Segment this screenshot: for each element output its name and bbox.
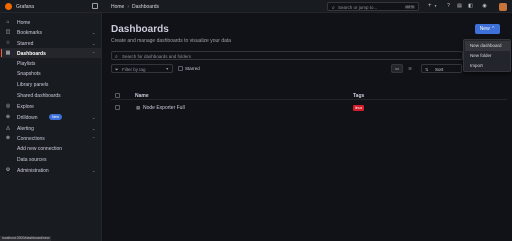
news-icon[interactable]: ▤ [456,3,463,10]
star-icon: ☆ [5,40,11,46]
sidebar-subitem-shared-dashboards[interactable]: Shared dashboards [17,93,61,99]
chevron-down-icon[interactable]: ⌄ [92,168,95,173]
notifications-icon[interactable]: ◉ [481,3,488,10]
dashboards-icon: ▦ [5,50,11,56]
folder-view-toggle[interactable]: ▭ [391,64,403,73]
sidebar-subitem-playlists[interactable]: Playlists [17,61,35,67]
row-checkbox[interactable] [115,105,120,110]
sidebar-nav: ⌂ Home ◫ Bookmarks ⌄ ☆ Starred ⌄ ▦ Dashb… [0,13,102,241]
drilldown-icon: ⊕ [5,114,11,120]
menu-item-import[interactable]: Import [465,61,510,71]
folder-icon: ▭ [395,66,399,71]
sidebar-item-label: Bookmarks [17,29,43,36]
top-bar: Grafana Home › Dashboards ⌕ Search or jump… [0,0,512,13]
home-icon: ⌂ [6,19,10,25]
sidebar-item-label: Administration [17,167,49,174]
user-avatar[interactable] [499,2,507,11]
sidebar-item-alerting[interactable]: ◬ Alerting ⌄ [0,123,102,133]
grafana-logo-icon[interactable] [5,3,12,10]
breadcrumb: Home › Dashboards [111,4,159,10]
sidebar-subitem-library-panels[interactable]: Library panels [17,82,48,88]
chevron-down-icon[interactable]: ⌄ [92,115,95,120]
new-dropdown-menu: New dashboard New folder Import [463,39,511,72]
page-title: Dashboards [111,24,169,35]
chevron-down-icon: ▼ [165,66,169,71]
dashboard-search-placeholder: Search for dashboards and folders [122,53,192,59]
tag-badge[interactable]: linux [353,105,365,111]
search-shortcut-hint: ctrl+k [404,4,415,9]
breadcrumb-current: Dashboards [132,3,159,10]
menu-item-new-dashboard[interactable]: New dashboard [465,41,510,51]
gear-icon: ⚙ [5,167,11,173]
sidebar-subitem-add-new-connection[interactable]: Add new connection [17,146,62,152]
table-row[interactable]: ▦ Node Exporter Full linux [111,102,507,113]
chevron-down-icon: ▼ [434,4,437,8]
breadcrumb-home[interactable]: Home [111,4,124,10]
sidebar-item-label: Explore [17,103,34,110]
chevron-up-icon[interactable]: ⌃ [92,136,95,141]
sidebar-item-label: Home [17,19,31,26]
sidebar-item-bookmarks[interactable]: ◫ Bookmarks ⌄ [0,27,102,37]
new-button[interactable]: New ⌃ [475,24,500,34]
sidebar-item-label: Drilldown [17,114,38,121]
tag-filter-placeholder: Filter by tag [122,66,146,72]
select-all-checkbox[interactable] [115,92,120,98]
chevron-down-icon[interactable]: ⌄ [92,41,95,46]
dock-menu-icon[interactable] [92,3,98,9]
sidebar-item-explore[interactable]: ◎ Explore [0,101,102,111]
page-subtitle: Create and manage dashboards to visualiz… [111,38,232,44]
sidebar-item-drilldown[interactable]: ⊕ Drilldown New ⌄ [0,112,102,122]
list-icon: ☰ [408,66,412,71]
table-header: Name Tags [111,90,507,100]
filter-icon: ⏷ [115,66,119,72]
add-new-button[interactable]: + [428,3,432,9]
new-button-label: New [479,26,490,32]
sidebar-item-administration[interactable]: ⚙ Administration ⌄ [0,165,102,175]
connections-icon: ⊗ [5,135,11,141]
global-search-placeholder: Search or jump to... [338,4,378,10]
sidebar-subitem-snapshots[interactable]: Snapshots [17,71,41,77]
chevron-down-icon[interactable]: ⌄ [92,126,95,131]
dashboard-search-input[interactable]: ⌕ Search for dashboards and folders [111,51,463,60]
search-icon: ⌕ [115,53,118,60]
main-content: Dashboards Create and manage dashboards … [103,13,512,241]
sidebar-item-dashboards[interactable]: ▦ Dashboards ⌃ [0,48,102,58]
bell-icon: ◬ [6,125,10,131]
status-url: localhost:3000/dashboard/new [0,236,52,241]
sidebar-item-label: Dashboards [17,50,46,57]
sort-label: Sort [435,66,444,72]
dashboard-grid-icon: ▦ [136,104,141,110]
compass-icon: ◎ [5,103,11,109]
sort-icon: ⇅ [425,66,429,72]
column-header-name: Name [135,92,149,99]
starred-checkbox[interactable] [178,66,183,71]
sidebar-subitem-data-sources[interactable]: Data sources [17,157,46,163]
chevron-up-icon: ⌃ [491,26,496,32]
bookmark-icon: ◫ [5,29,11,35]
menu-item-new-folder[interactable]: New folder [465,51,510,61]
sidebar-item-starred[interactable]: ☆ Starred ⌄ [0,38,102,48]
sidebar-item-label: Starred [17,40,34,47]
sidebar-item-home[interactable]: ⌂ Home [0,17,102,27]
sidebar-item-label: Connections [17,135,45,142]
tag-filter-select[interactable]: ⏷ Filter by tag ▼ [111,64,173,73]
column-header-tags: Tags [353,92,365,99]
chevron-up-icon[interactable]: ⌃ [92,51,95,56]
search-icon: ⌕ [332,4,335,11]
list-view-toggle[interactable]: ☰ [404,64,416,73]
new-badge: New [49,113,63,120]
sidebar-item-connections[interactable]: ⊗ Connections ⌃ [0,133,102,143]
help-icon[interactable]: ? [445,3,452,10]
starred-label: Starred [185,65,200,71]
dashboard-name-link[interactable]: Node Exporter Full [143,105,185,111]
sort-select[interactable]: ⇅ Sort [421,64,462,73]
sidebar-item-label: Alerting [17,125,34,132]
brand-name: Grafana [16,3,35,10]
breadcrumb-separator: › [127,3,130,10]
share-icon[interactable]: ◧ [467,3,474,10]
chevron-down-icon[interactable]: ⌄ [92,30,95,35]
global-search-input[interactable]: ⌕ Search or jump to... ctrl+k [327,2,419,11]
